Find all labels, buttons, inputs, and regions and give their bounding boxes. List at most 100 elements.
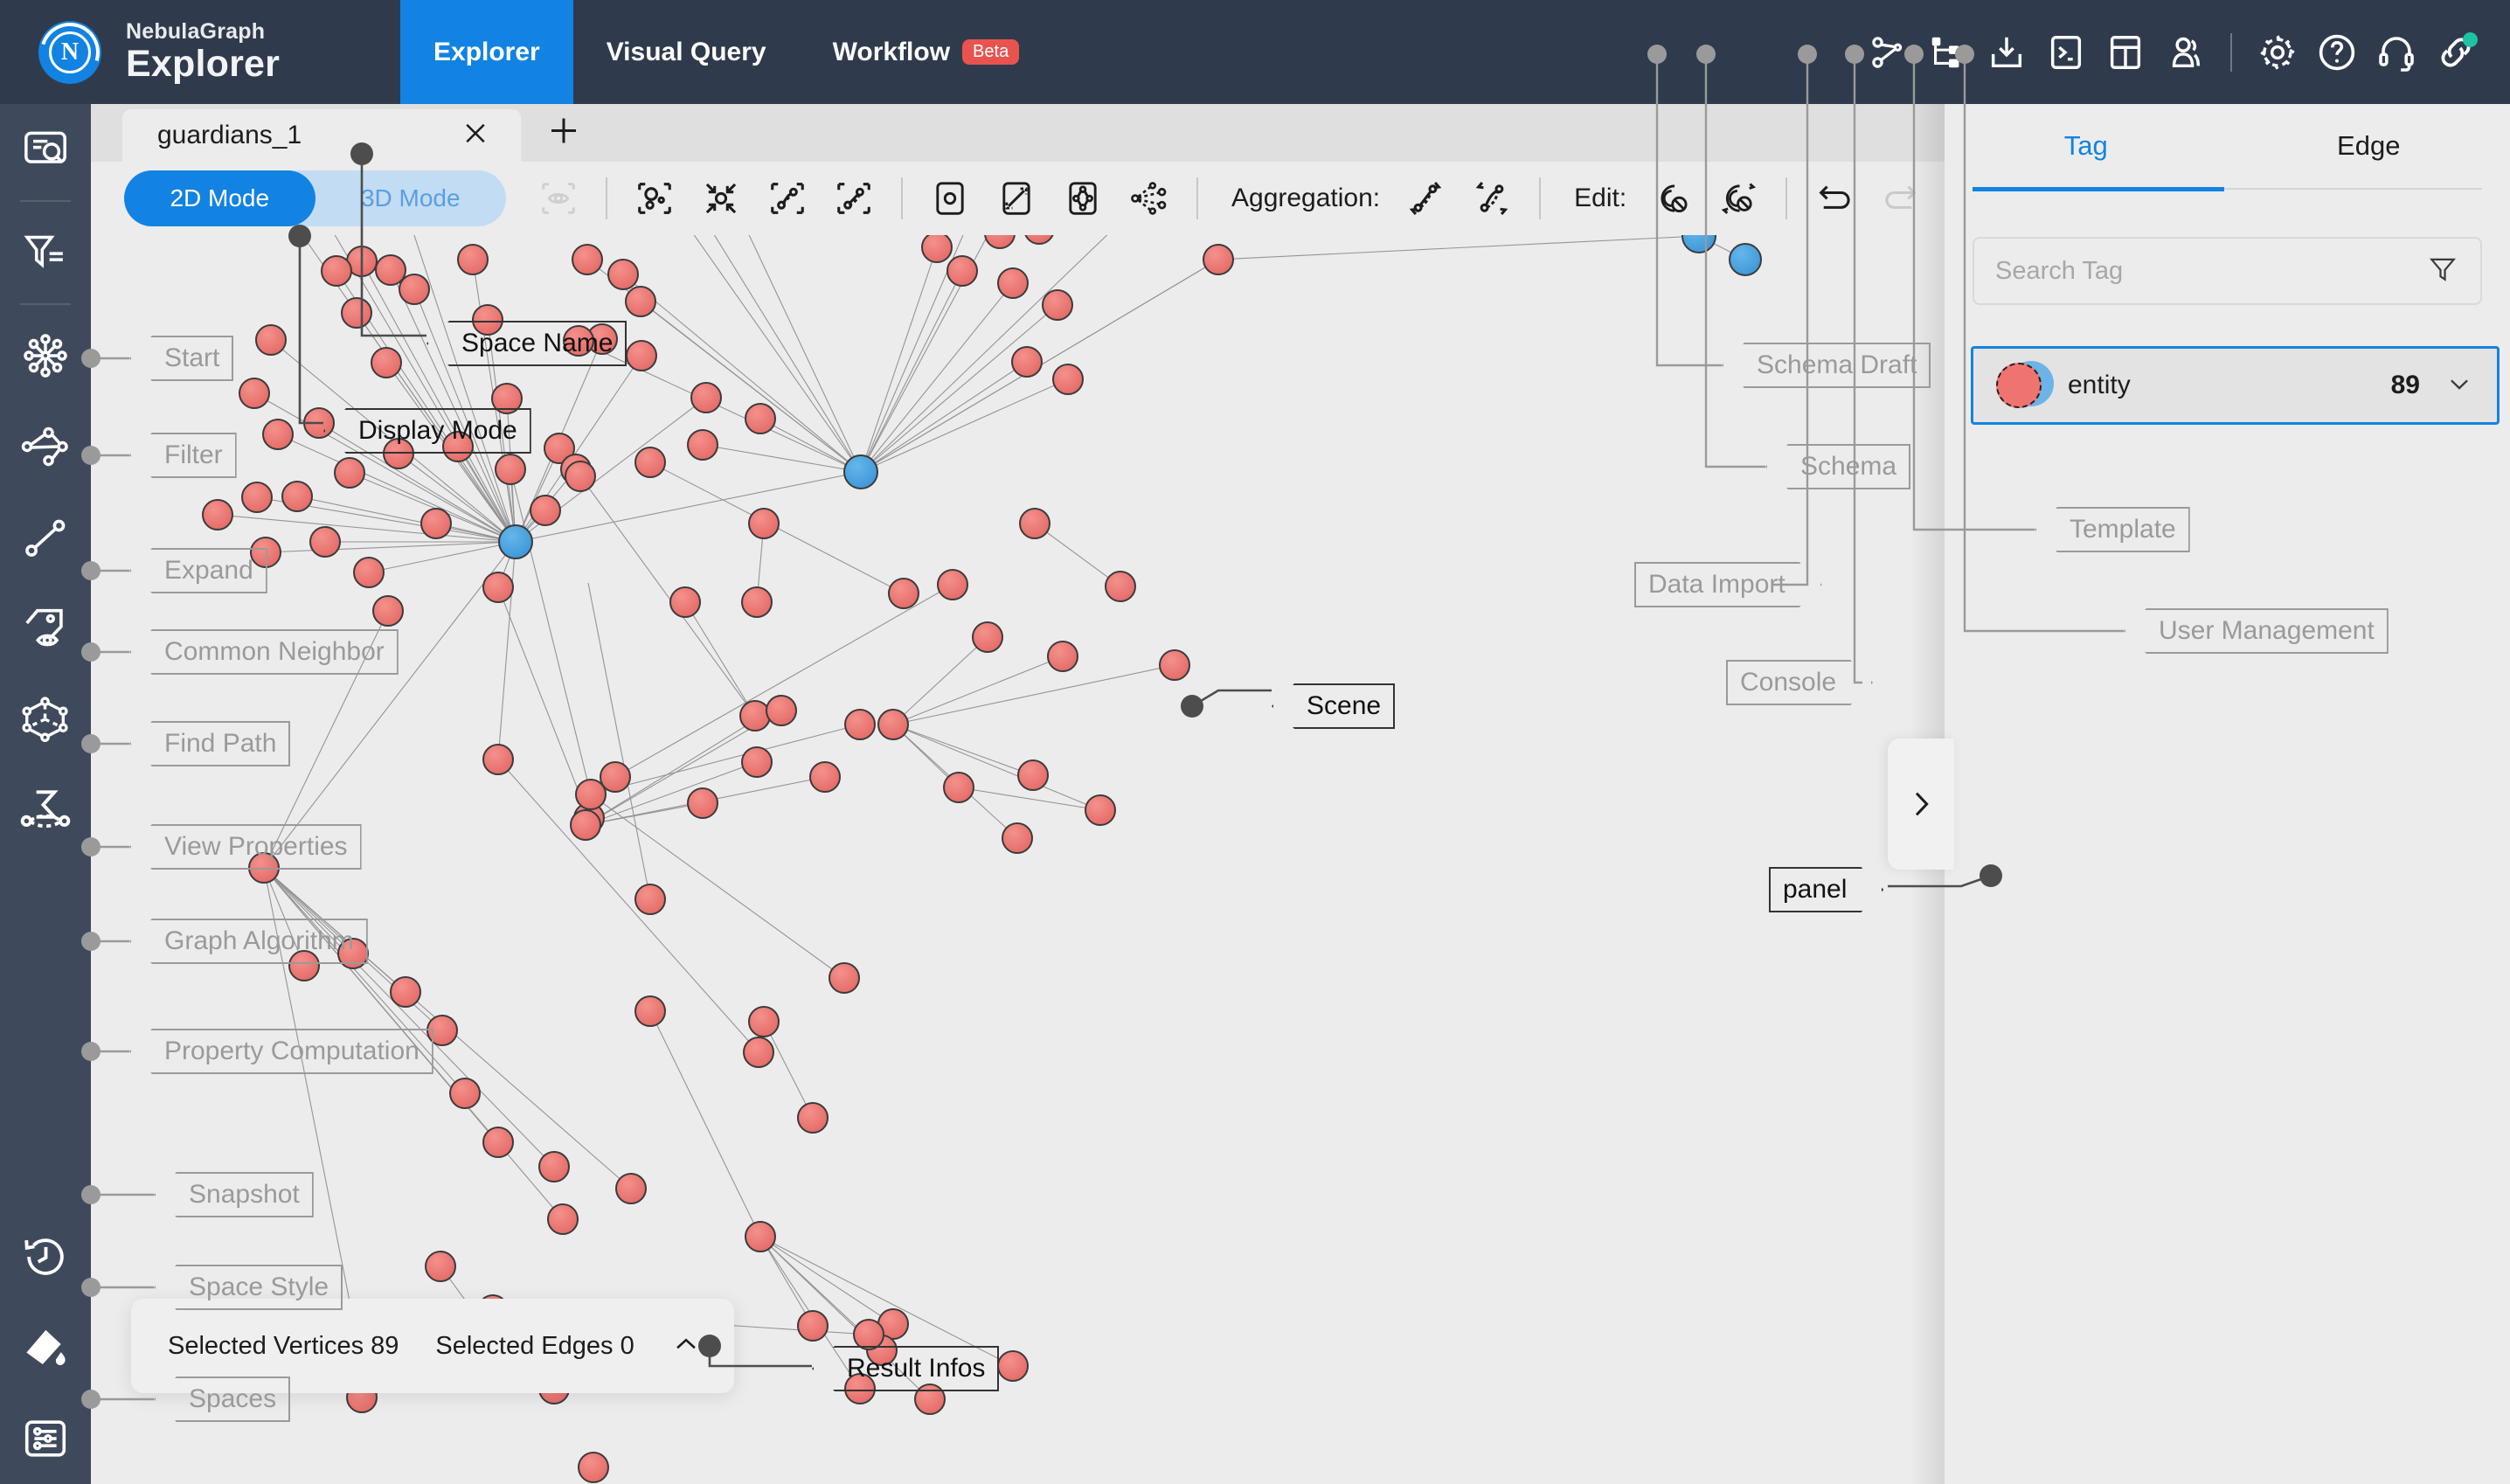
document-tab[interactable]: guardians_1: [122, 109, 521, 162]
schema-icon[interactable]: [1917, 23, 1977, 82]
nav-tab-workflow-label: Workflow: [832, 37, 951, 66]
aggregate-collapse-icon[interactable]: [1392, 165, 1459, 232]
sidebar-item-graph-algorithm[interactable]: [0, 674, 91, 765]
aggregation-label: Aggregation:: [1231, 184, 1381, 212]
brand-line-1: NebulaGraph: [126, 19, 266, 44]
panel-tab-indicator: [1973, 187, 2224, 191]
callout-start: Start: [129, 336, 234, 381]
redo-icon[interactable]: [1868, 165, 1934, 232]
callout-schema-draft: Schema Draft: [1722, 343, 1931, 388]
search-tag-field[interactable]: [1973, 237, 2482, 305]
toolbar-divider-3: [1196, 177, 1198, 219]
callout-filter: Filter: [129, 433, 237, 478]
connection-link-icon[interactable]: [2426, 23, 2486, 82]
toolbar-divider-1: [606, 177, 607, 219]
user-management-icon[interactable]: [2155, 23, 2215, 82]
layout-diamond-icon[interactable]: [1050, 165, 1116, 232]
toolbar-divider-5: [1785, 177, 1788, 219]
visibility-eye-icon[interactable]: [525, 165, 592, 232]
settings-gear-icon[interactable]: [2248, 23, 2307, 82]
tab-edge[interactable]: Edge: [2228, 104, 2510, 188]
data-import-icon[interactable]: [1977, 23, 2036, 82]
add-tab-button[interactable]: [545, 113, 582, 154]
nav-tab-explorer[interactable]: Explorer: [400, 0, 573, 104]
brand-logo: N NebulaGraph Explorer: [0, 11, 400, 93]
aggregate-expand-icon[interactable]: [1459, 165, 1525, 232]
top-nav-icon-group: [1858, 0, 2486, 104]
close-icon[interactable]: [460, 118, 491, 154]
sidebar-divider: [20, 200, 71, 202]
tag-count: 89: [2390, 371, 2420, 399]
chevron-up-icon[interactable]: [671, 1329, 701, 1363]
callout-space-style: Space Style: [154, 1265, 343, 1310]
tag-list-item-entity[interactable]: entity 89: [1971, 346, 2500, 425]
callout-schema: Schema: [1765, 444, 1911, 489]
console-icon[interactable]: [2036, 23, 2096, 82]
nav-tab-explorer-label: Explorer: [433, 37, 540, 66]
funnel-filter-icon[interactable]: [2426, 253, 2459, 290]
panel-tabs: Tag Edge: [1945, 104, 2510, 188]
nav-divider: [2230, 32, 2232, 72]
document-tab-label: guardians_1: [157, 121, 302, 149]
schema-draft-icon[interactable]: [1858, 23, 1917, 82]
chevron-down-icon[interactable]: [2444, 369, 2474, 403]
left-sidebar: [0, 104, 91, 1484]
sidebar-item-common-neighbor[interactable]: [0, 401, 91, 492]
sidebar-item-property-computation[interactable]: [0, 765, 91, 856]
tag-list: entity 89: [1971, 346, 2500, 425]
sidebar-item-view-properties[interactable]: [0, 583, 91, 674]
edit-label: Edit:: [1574, 184, 1627, 212]
sidebar-item-spaces[interactable]: [0, 1393, 91, 1484]
workflow-beta-badge: Beta: [962, 39, 1020, 65]
mode-2d-button[interactable]: 2D Mode: [124, 170, 315, 226]
sidebar-item-space-style[interactable]: [0, 1302, 91, 1393]
vertex-shape-icon[interactable]: [917, 165, 983, 232]
panel-collapse-handle[interactable]: [1888, 739, 1954, 870]
callout-template: Template: [2035, 507, 2190, 552]
nav-tab-workflow[interactable]: Workflow Beta: [800, 0, 1053, 104]
sidebar-item-find-path[interactable]: [0, 492, 91, 583]
tab-tag[interactable]: Tag: [1945, 104, 2228, 188]
sidebar-item-expand[interactable]: [0, 310, 91, 401]
sidebar-item-snapshot[interactable]: [0, 1211, 91, 1302]
delete-vertex-icon[interactable]: [1639, 165, 1705, 232]
callout-property-computation: Property Computation: [129, 1029, 433, 1074]
graph-toolbar: 2D Mode 3D Mode Aggregation: Edit:: [91, 162, 1945, 235]
callout-view-properties: View Properties: [129, 824, 362, 870]
callout-result-infos: Result Infos: [812, 1346, 1000, 1391]
select-edge-solid-icon[interactable]: [754, 165, 821, 232]
toolbar-divider-4: [1539, 177, 1542, 219]
search-tag-input[interactable]: [1995, 256, 2426, 286]
edge-shape-icon[interactable]: [983, 165, 1050, 232]
callout-expand: Expand: [129, 548, 267, 593]
undo-icon[interactable]: [1801, 165, 1868, 232]
callout-console: Console: [1726, 660, 1873, 705]
tag-color-swatch-icon: [1996, 361, 2054, 410]
callout-space-name: Space Name: [426, 321, 628, 366]
template-icon[interactable]: [2096, 23, 2155, 82]
sidebar-item-filter[interactable]: [0, 207, 91, 298]
callout-user-management: User Management: [2124, 608, 2389, 654]
select-vertices-icon[interactable]: [621, 165, 688, 232]
brand-text: NebulaGraph Explorer: [126, 21, 280, 83]
delete-edge-icon[interactable]: [1705, 165, 1772, 232]
callout-snapshot: Snapshot: [154, 1172, 314, 1217]
collapse-inward-icon[interactable]: [688, 165, 754, 232]
scatter-nodes-icon[interactable]: [1116, 165, 1182, 232]
sidebar-item-start[interactable]: [0, 104, 91, 195]
help-question-icon[interactable]: [2307, 23, 2367, 82]
callout-panel: panel: [1769, 867, 1883, 912]
select-edge-dashed-icon[interactable]: [821, 165, 887, 232]
main-nav-tabs: Explorer Visual Query Workflow Beta: [400, 0, 1052, 104]
brand-line-2: Explorer: [126, 43, 281, 85]
callout-data-import: Data Import: [1634, 562, 1822, 607]
display-mode-switch[interactable]: 2D Mode 3D Mode: [124, 170, 506, 226]
document-tab-strip: guardians_1: [91, 104, 1945, 162]
right-side-panel: Tag Edge entity 89: [1945, 104, 2510, 1484]
sidebar-bottom-group: [0, 1211, 91, 1484]
top-navigation-bar: N NebulaGraph Explorer Explorer Visual Q…: [0, 0, 2510, 104]
mode-3d-button[interactable]: 3D Mode: [315, 170, 507, 226]
support-headset-icon[interactable]: [2367, 23, 2426, 82]
callout-display-mode: Display Mode: [323, 408, 531, 454]
nav-tab-visual-query[interactable]: Visual Query: [573, 0, 800, 104]
